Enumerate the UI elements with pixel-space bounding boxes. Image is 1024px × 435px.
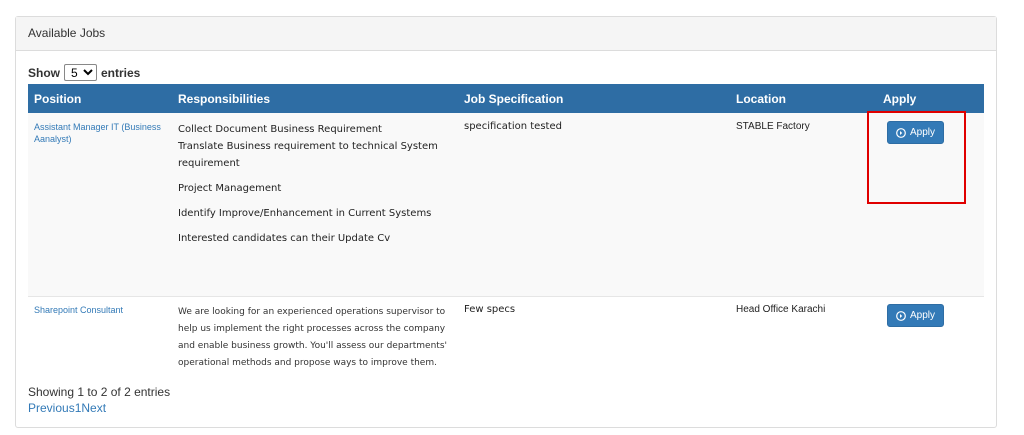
responsibilities-cell: Collect Document Business Requirement Tr… xyxy=(172,113,458,297)
header-location[interactable]: Location xyxy=(730,84,877,113)
length-control: Show 5 entries xyxy=(28,64,140,81)
pagination: Previous1Next xyxy=(28,401,106,415)
job-specification-cell: specification tested xyxy=(458,113,730,297)
responsibility-item: Identify Improve/Enhancement in Current … xyxy=(178,208,432,219)
job-specification-cell: Few specs xyxy=(458,296,730,391)
jobs-table: Position Responsibilities Job Specificat… xyxy=(28,84,984,391)
highlight-box xyxy=(867,111,966,204)
header-job-specification[interactable]: Job Specification xyxy=(458,84,730,113)
position-link[interactable]: Assistant Manager IT (Business Aanalyst) xyxy=(28,113,172,297)
table-row: Sharepoint Consultant We are looking for… xyxy=(28,296,984,391)
header-apply[interactable]: Apply xyxy=(877,84,984,113)
entries-label: entries xyxy=(101,65,141,80)
location-cell: Head Office Karachi xyxy=(730,296,877,391)
responsibility-item: Translate Business requirement to techni… xyxy=(178,141,438,169)
show-label: Show xyxy=(28,65,60,80)
arrow-circle-right-icon xyxy=(896,310,906,321)
responsibility-item: Interested candidates can their Update C… xyxy=(178,233,391,244)
location-cell: STABLE Factory xyxy=(730,113,877,297)
table-row: Assistant Manager IT (Business Aanalyst)… xyxy=(28,113,984,297)
previous-link[interactable]: Previous xyxy=(28,401,75,415)
panel-title: Available Jobs xyxy=(16,17,996,51)
responsibilities-cell: We are looking for an experienced operat… xyxy=(172,296,458,391)
responsibility-description: We are looking for an experienced operat… xyxy=(178,307,447,368)
apply-button-label: Apply xyxy=(909,310,935,321)
table-info: Showing 1 to 2 of 2 entries xyxy=(28,385,171,399)
apply-button[interactable]: Apply xyxy=(887,304,944,327)
apply-cell: Apply xyxy=(877,296,984,391)
position-link[interactable]: Sharepoint Consultant xyxy=(28,296,172,391)
header-position[interactable]: Position xyxy=(28,84,172,113)
responsibility-item: Project Management xyxy=(178,183,282,194)
header-responsibilities[interactable]: Responsibilities xyxy=(172,84,458,113)
table-header-row: Position Responsibilities Job Specificat… xyxy=(28,84,984,113)
entries-select[interactable]: 5 xyxy=(64,64,97,81)
next-link[interactable]: Next xyxy=(81,401,106,415)
responsibility-item: Collect Document Business Requirement xyxy=(178,124,382,135)
